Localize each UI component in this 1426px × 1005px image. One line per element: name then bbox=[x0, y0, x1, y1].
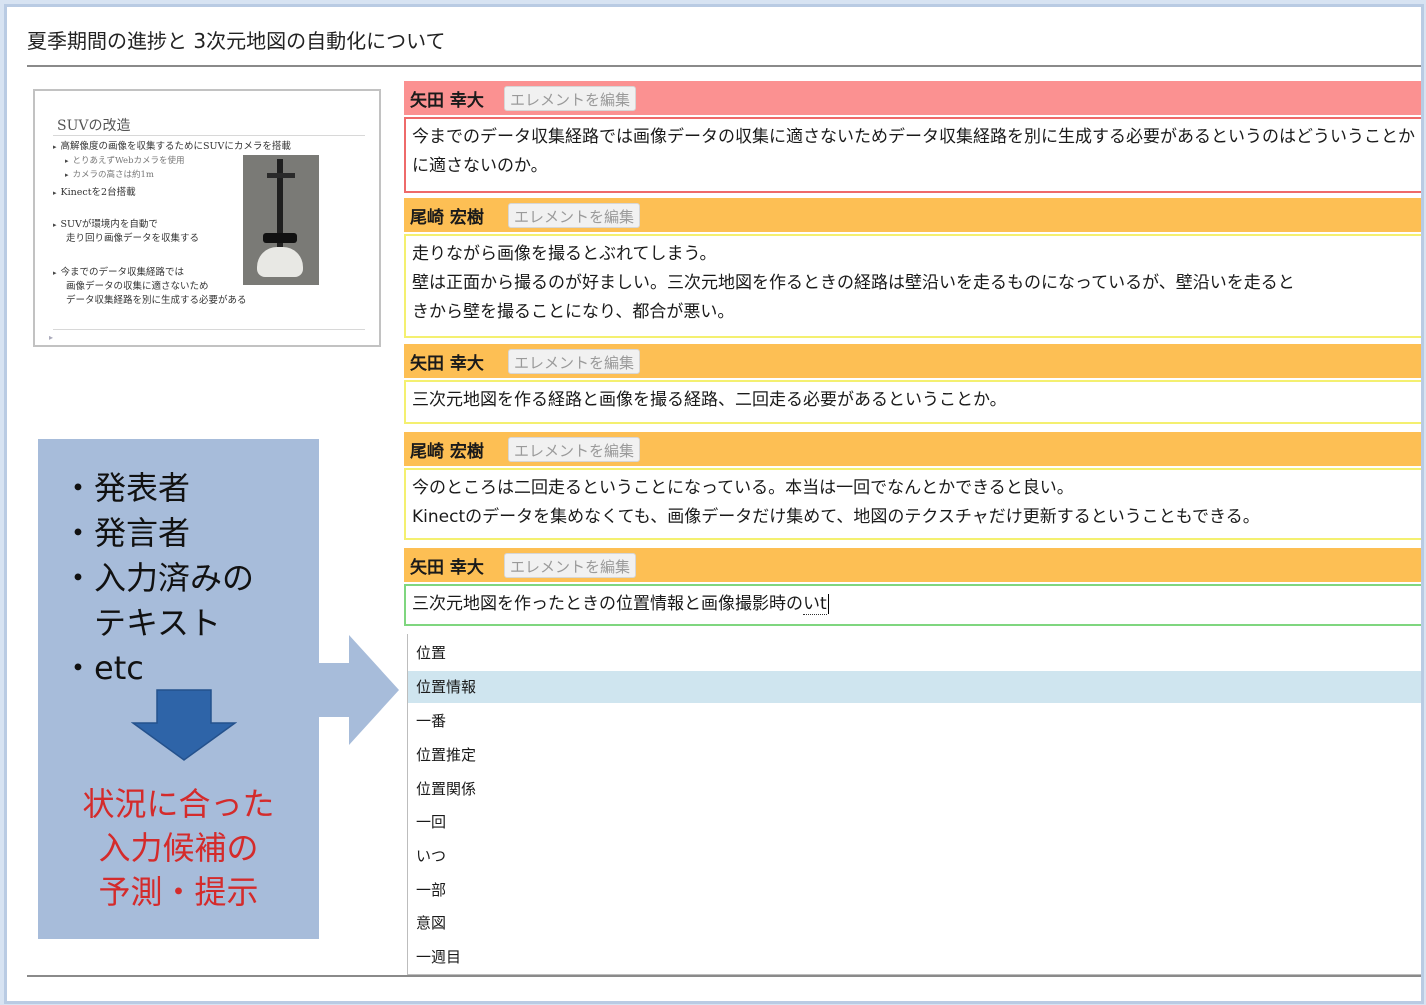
divider bbox=[27, 975, 1421, 977]
edit-element-button[interactable]: エレメントを編集 bbox=[504, 553, 637, 578]
comment-header: 尾崎 宏樹 エレメントを編集 bbox=[404, 198, 1421, 232]
comment-header: 矢田 幸大 エレメントを編集 bbox=[404, 81, 1421, 115]
callout-item: テキスト bbox=[62, 604, 222, 642]
comment-card: 矢田 幸大 エレメントを編集 今までのデータ収集経路では画像データの収集に適さな… bbox=[404, 81, 1421, 193]
annotation-callout: ・発表者 ・発言者 ・入力済みの テキスト ・etc 状況に合った 入力候補の … bbox=[38, 439, 319, 939]
comment-text-input[interactable]: 三次元地図を作ったときの位置情報と画像撮影時のいt bbox=[404, 584, 1421, 626]
slide-subbullet: ▸ とりあえずWebカメラを使用 bbox=[65, 156, 185, 166]
comment-card: 尾崎 宏樹 エレメントを編集 今のところは二回走るということになっている。本当は… bbox=[404, 432, 1421, 540]
comment-card: 矢田 幸大 エレメントを編集 三次元地図を作る経路と画像を撮る経路、二回走る必要… bbox=[404, 344, 1421, 424]
comment-body[interactable]: 今までのデータ収集経路では画像データの収集に適さないためデータ収集経路を別に生成… bbox=[404, 117, 1421, 193]
suggestion-item[interactable]: 位置推定 bbox=[408, 739, 1421, 771]
speaker-name: 尾崎 宏樹 bbox=[410, 208, 484, 228]
comment-header: 尾崎 宏樹 エレメントを編集 bbox=[404, 432, 1421, 466]
callout-item: ・etc bbox=[62, 649, 144, 687]
comment-body[interactable]: 三次元地図を作る経路と画像を撮る経路、二回走る必要があるということか。 bbox=[404, 380, 1421, 424]
slide-footer-marker: ▸ bbox=[49, 333, 54, 342]
suggestion-item[interactable]: 位置 bbox=[408, 637, 1421, 669]
speaker-name: 矢田 幸大 bbox=[410, 91, 484, 111]
suggestion-item[interactable]: 一週目 bbox=[408, 941, 1421, 973]
right-arrow-icon bbox=[319, 635, 399, 745]
slide-subbullet: ▸ カメラの高さは約1m bbox=[65, 170, 154, 180]
comment-line: きから壁を撮ることになり、都合が悪い。 bbox=[412, 302, 735, 322]
edit-element-button[interactable]: エレメントを編集 bbox=[504, 86, 637, 111]
divider bbox=[27, 65, 1421, 67]
suggestion-item[interactable]: 一部 bbox=[408, 874, 1421, 906]
input-committed-text: 三次元地図を作ったときの位置情報と画像撮影時の bbox=[412, 594, 803, 614]
slide-bullet-cont: データ収集経路を別に生成する必要がある bbox=[66, 295, 247, 306]
edit-element-button[interactable]: エレメントを編集 bbox=[508, 203, 641, 228]
suggestion-item[interactable]: 意図 bbox=[408, 907, 1421, 939]
comment-body[interactable]: 今のところは二回走るということになっている。本当は一回でなんとかできると良い。 … bbox=[404, 468, 1421, 540]
input-composing-text: いt bbox=[803, 594, 827, 615]
slide-bullet: ▸ SUVが環境内を自動で bbox=[53, 219, 158, 230]
speaker-name: 矢田 幸大 bbox=[410, 558, 484, 578]
edit-element-button[interactable]: エレメントを編集 bbox=[508, 349, 641, 374]
callout-item: ・入力済みの bbox=[62, 559, 255, 597]
screen-frame: 夏季期間の進捗と 3次元地図の自動化について SUVの改造 ▸ 高解像度の画像を収… bbox=[4, 4, 1424, 1004]
suggestion-dropdown: 位置 位置情報 一番 位置推定 位置関係 一回 いつ 一部 意図 一週目 bbox=[407, 634, 1421, 975]
comment-line: 今までのデータ収集経路では画像データの収集に適さないためデータ収集経路を別に生成… bbox=[412, 127, 1415, 147]
speaker-name: 尾崎 宏樹 bbox=[410, 442, 484, 462]
slide-thumbnail[interactable]: SUVの改造 ▸ 高解像度の画像を収集するためにSUVにカメラを搭載 ▸ とりあえず… bbox=[33, 89, 381, 347]
comment-line: 壁は正面から撮るのが好ましい。三次元地図を作るときの経路は壁沿いを走るものになっ… bbox=[412, 273, 1295, 293]
comment-header: 矢田 幸大 エレメントを編集 bbox=[404, 344, 1421, 378]
comment-line: に適さないのか。 bbox=[412, 156, 548, 176]
text-caret bbox=[827, 594, 829, 614]
comment-header: 矢田 幸大 エレメントを編集 bbox=[404, 548, 1421, 582]
slide-bullet: ▸ Kinectを2台搭載 bbox=[53, 187, 136, 198]
comment-line: 今のところは二回走るということになっている。本当は一回でなんとかできると良い。 bbox=[412, 478, 1074, 498]
suggestion-item[interactable]: 位置関係 bbox=[408, 773, 1421, 805]
slide-bullet: ▸ 今までのデータ収集経路では bbox=[53, 267, 185, 278]
prediction-text: 状況に合った bbox=[82, 785, 275, 823]
comment-card: 尾崎 宏樹 エレメントを編集 走りながら画像を撮るとぶれてしまう。 壁は正面から… bbox=[404, 198, 1421, 338]
prediction-text: 入力候補の bbox=[98, 829, 259, 867]
edit-element-button[interactable]: エレメントを編集 bbox=[508, 437, 641, 462]
slide-divider bbox=[53, 135, 365, 136]
comment-line: 走りながら画像を撮るとぶれてしまう。 bbox=[412, 244, 717, 264]
slide-divider bbox=[53, 329, 365, 330]
slide-bullet-cont: 画像データの収集に適さないため bbox=[66, 281, 209, 292]
comment-line: Kinectのデータを集めなくても、画像データだけ集めて、地図のテクスチャだけ更… bbox=[412, 507, 1260, 527]
slide-title: SUVの改造 bbox=[57, 118, 131, 134]
suggestion-item[interactable]: いつ bbox=[408, 840, 1421, 872]
slide-bullet-cont: 走り回り画像データを収集する bbox=[66, 233, 200, 244]
prediction-text: 予測・提示 bbox=[98, 873, 259, 911]
suggestion-item[interactable]: 一回 bbox=[408, 806, 1421, 838]
comment-body[interactable]: 走りながら画像を撮るとぶれてしまう。 壁は正面から撮るのが好ましい。三次元地図を… bbox=[404, 234, 1421, 338]
comment-line: 三次元地図を作る経路と画像を撮る経路、二回走る必要があるということか。 bbox=[412, 390, 1007, 410]
page-title: 夏季期間の進捗と 3次元地図の自動化について bbox=[27, 29, 446, 53]
callout-item: ・発言者 bbox=[62, 514, 191, 552]
comment-input-card: 矢田 幸大 エレメントを編集 三次元地図を作ったときの位置情報と画像撮影時のいt bbox=[404, 548, 1421, 634]
suggestion-item[interactable]: 一番 bbox=[408, 705, 1421, 737]
callout-item: ・発表者 bbox=[62, 469, 191, 507]
speaker-name: 矢田 幸大 bbox=[410, 354, 484, 374]
slide-bullet: ▸ 高解像度の画像を収集するためにSUVにカメラを搭載 bbox=[53, 141, 291, 152]
suv-robot-photo bbox=[243, 155, 319, 285]
down-arrow-icon bbox=[131, 689, 237, 761]
suggestion-item-selected[interactable]: 位置情報 bbox=[408, 671, 1421, 703]
